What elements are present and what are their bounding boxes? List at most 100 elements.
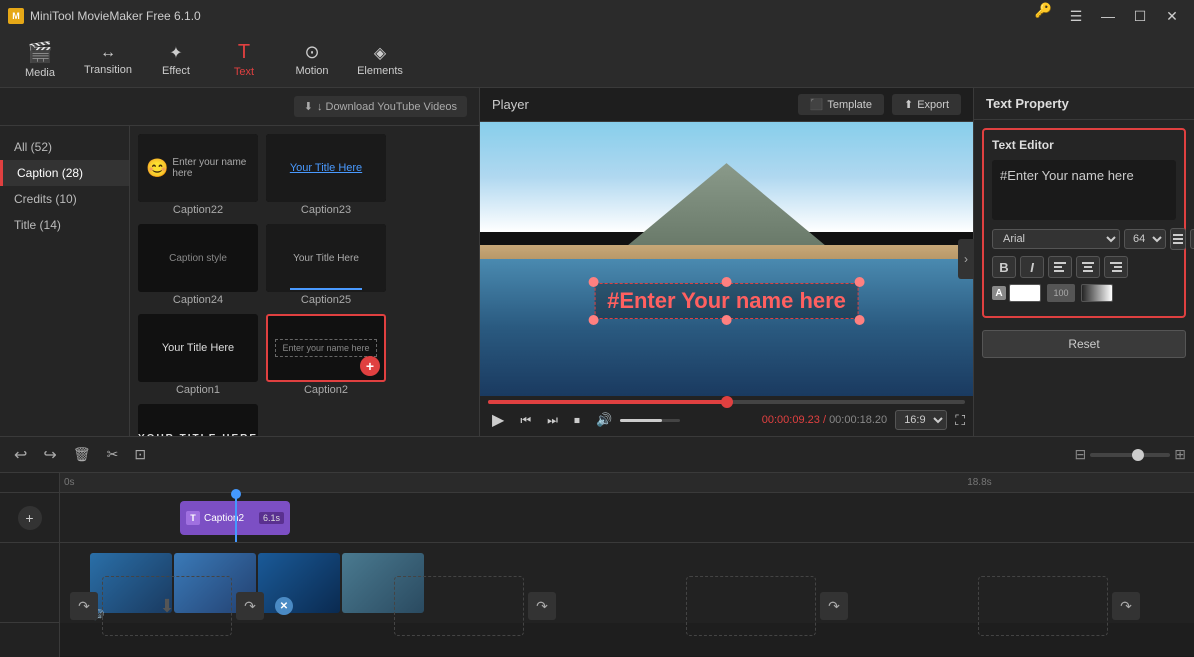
align-center-button[interactable]	[1076, 256, 1100, 278]
text-overlay[interactable]: #Enter Your name here	[594, 283, 859, 319]
arrow-button[interactable]: ↷	[820, 592, 848, 620]
handle-br[interactable]	[855, 315, 865, 325]
font-family-select[interactable]: Arial Times New Roman Helvetica	[992, 229, 1120, 249]
export-button[interactable]: ⬆ Export	[892, 94, 961, 115]
play-button[interactable]: ▶	[488, 408, 508, 432]
text-icon: T	[238, 41, 250, 64]
slot-arrows: ↷ ⬇ ↷ ↷ ↷ ↷	[70, 576, 1140, 636]
timeline-actions: ↩ ↪ 🗑 ✂ ⊡	[8, 443, 152, 467]
sidebar-item-credits[interactable]: Credits (10)	[0, 186, 129, 212]
sidebar-item-all[interactable]: All (52)	[0, 134, 129, 160]
progress-bar[interactable]	[488, 400, 965, 404]
font-controls: Arial Times New Roman Helvetica 64 48 72	[992, 228, 1176, 250]
delete-button[interactable]: 🗑	[67, 443, 97, 467]
empty-slot[interactable]	[394, 576, 524, 636]
sidebar-item-caption[interactable]: Caption (28)	[0, 160, 129, 186]
caption-label: Caption25	[266, 294, 386, 306]
list-item[interactable]: Your Title Here Caption23	[266, 134, 386, 216]
progress-track[interactable]	[488, 400, 965, 404]
elements-tool[interactable]: ◈ Elements	[348, 36, 412, 84]
cut-button[interactable]: ✂	[101, 443, 125, 467]
align-right-button[interactable]	[1104, 256, 1128, 278]
bg-color-swatch[interactable]	[1081, 284, 1113, 302]
transition-tool[interactable]: ↔ Transition	[76, 36, 140, 84]
zoom-slider[interactable]	[1090, 453, 1170, 457]
add-track1-button[interactable]: +	[18, 506, 42, 530]
list-item[interactable]: 😊 Enter your name here Caption22	[138, 134, 258, 216]
redo-button[interactable]: ↪	[37, 443, 62, 467]
text-input[interactable]: #Enter Your name here	[992, 160, 1176, 220]
arrow-button[interactable]: ↷	[1112, 592, 1140, 620]
empty-slot[interactable]	[978, 576, 1108, 636]
skip-back-button[interactable]: ⏮	[516, 411, 535, 430]
chevron-left-icon: ›	[964, 252, 968, 266]
video-scene	[480, 122, 973, 396]
time-total: 00:00:18.20	[829, 414, 887, 426]
grid-area: 😊 Enter your name here Caption22 Your Ti…	[130, 126, 479, 436]
list-item[interactable]: YOUR TITLE HERE	[138, 404, 258, 436]
sidebar-item-title[interactable]: Title (14)	[0, 212, 129, 238]
list-item[interactable]: Enter your name here + Caption2	[266, 314, 386, 396]
export-label: Export	[917, 99, 949, 111]
fullscreen-button[interactable]: ⛶	[955, 412, 965, 429]
menu-button[interactable]: ☰	[1062, 2, 1090, 30]
list-item[interactable]: Caption style Caption24	[138, 224, 258, 306]
arrow-button[interactable]: ↷	[236, 592, 264, 620]
media-tool[interactable]: 🎬 Media	[8, 36, 72, 84]
line-spacing-select[interactable]: 1 1.5 2	[1190, 229, 1194, 249]
settings-icon[interactable]: 🔑	[1035, 2, 1052, 30]
stop-button[interactable]: ⏹	[570, 411, 584, 430]
effect-tool[interactable]: ✦ Effect	[144, 36, 208, 84]
undo-button[interactable]: ↩	[8, 443, 33, 467]
maximize-button[interactable]: ☐	[1126, 2, 1154, 30]
skip-forward-button[interactable]: ⏭	[543, 411, 562, 430]
progress-thumb[interactable]	[721, 396, 733, 408]
caption-label: Caption22	[138, 204, 258, 216]
handle-bl[interactable]	[588, 315, 598, 325]
grid-row: 😊 Enter your name here Caption22 Your Ti…	[138, 134, 471, 216]
volume-slider[interactable]	[620, 419, 680, 422]
close-button[interactable]: ✕	[1158, 2, 1186, 30]
crop-button[interactable]: ⊡	[128, 443, 152, 467]
titlebar: M MiniTool MovieMaker Free 6.1.0 🔑 ☰ — ☐…	[0, 0, 1194, 32]
italic-button[interactable]: I	[1020, 256, 1044, 278]
expand-panel-button[interactable]: ›	[958, 239, 974, 279]
align-left-button[interactable]	[1048, 256, 1072, 278]
playhead-head	[231, 489, 241, 499]
empty-slot[interactable]	[686, 576, 816, 636]
track1: T Caption2 6.1s	[60, 493, 1194, 543]
track2-label: +	[0, 543, 59, 623]
text-color-swatch[interactable]	[1009, 284, 1041, 302]
arrow-button[interactable]: ↷	[70, 592, 98, 620]
volume-button[interactable]: 🔊	[592, 410, 616, 430]
handle-bm[interactable]	[722, 315, 732, 325]
font-size-select[interactable]: 64 48 72	[1124, 229, 1166, 249]
handle-tr[interactable]	[855, 277, 865, 287]
player-controls: ▶ ⏮ ⏭ ⏹ 🔊 00:00:09.23 / 00:00:18.20	[480, 396, 973, 436]
handle-tm[interactable]	[722, 277, 732, 287]
video-area: #Enter Your name here ›	[480, 122, 973, 396]
reset-button[interactable]: Reset	[982, 330, 1186, 358]
text-property-header: Text Property	[974, 88, 1194, 120]
list-item[interactable]: Your Title Here Caption1	[138, 314, 258, 396]
empty-slot[interactable]: ⬇	[102, 576, 232, 636]
minimize-button[interactable]: —	[1094, 2, 1122, 30]
clip-duration: 6.1s	[259, 512, 284, 524]
zoom-thumb[interactable]	[1132, 449, 1144, 461]
playhead[interactable]	[235, 493, 237, 542]
opacity-value-swatch[interactable]: 100	[1047, 284, 1075, 302]
template-button[interactable]: ⬛ Template	[798, 94, 884, 115]
aspect-ratio-select[interactable]: 16:9 9:16 1:1	[895, 410, 947, 430]
download-youtube-button[interactable]: ⬇ ↓ Download YouTube Videos	[294, 96, 467, 117]
text-label: Text	[234, 66, 254, 78]
text-tool[interactable]: T Text	[212, 36, 276, 84]
elements-icon: ◈	[374, 43, 386, 63]
arrow-button[interactable]: ↷	[528, 592, 556, 620]
handle-tl[interactable]	[588, 277, 598, 287]
motion-tool[interactable]: ⊙ Motion	[280, 36, 344, 84]
list-item[interactable]: Your Title Here Caption25	[266, 224, 386, 306]
text-overlay-container[interactable]: #Enter Your name here	[594, 283, 859, 319]
add-badge: +	[360, 356, 380, 376]
zoom-in-icon: ⊞	[1174, 446, 1186, 463]
bold-button[interactable]: B	[992, 256, 1016, 278]
